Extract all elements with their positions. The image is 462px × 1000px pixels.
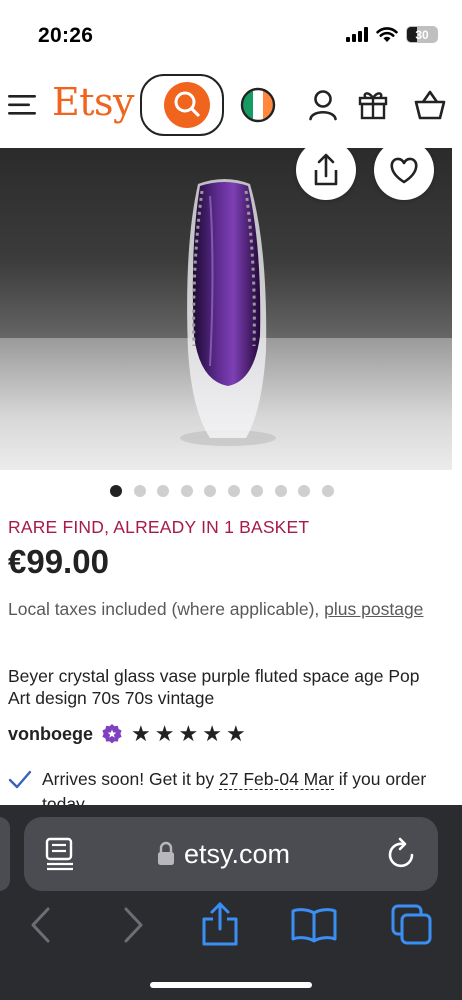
star-icon: ★ [178,721,199,746]
account-icon[interactable] [308,89,338,121]
browser-toolbar: etsy.com [0,805,462,1000]
star-icon: ★ [131,721,151,746]
previous-tab-pill[interactable] [0,817,10,891]
share-button[interactable] [296,148,356,200]
carousel-dot[interactable] [110,485,122,497]
back-icon[interactable] [28,905,54,945]
product-price: €99.00 [8,543,109,580]
rare-find-badge: RARE FIND, ALREADY IN 1 BASKET [8,517,310,537]
carousel-dot[interactable] [157,485,169,497]
status-icons: 30 [346,26,438,43]
etsy-logo[interactable]: Etsy [52,80,134,124]
image-carousel-dots [110,485,334,497]
delivery-estimate: Arrives soon! Get it by 27 Feb-04 Mar if… [8,765,448,805]
share-icon[interactable] [200,901,240,947]
search-circle [164,82,210,128]
url-text: etsy.com [184,839,291,869]
search-icon [174,91,200,117]
forward-icon[interactable] [120,905,146,945]
site-header: Etsy [0,62,462,148]
product-image[interactable] [0,148,452,470]
signal-icon [346,27,368,42]
carousel-dot[interactable] [274,485,287,497]
carousel-dot[interactable] [227,485,240,497]
tabs-icon[interactable] [390,903,434,947]
share-icon [314,153,338,186]
address-bar[interactable]: etsy.com [24,817,438,891]
search-button[interactable] [140,74,224,136]
carousel-dot[interactable] [298,485,310,497]
favorite-button[interactable] [374,148,434,200]
seller-row: vonboege ★ ★ ★ ★ ★ [8,721,246,747]
rating-stars: ★ ★ ★ ★ ★ [131,721,246,747]
star-icon: ★ [154,721,175,746]
star-seller-badge-icon [102,724,122,744]
battery-level: 30 [415,27,429,42]
star-icon: ★ [202,721,222,746]
lock-icon [158,841,174,865]
favorite-heart-icon [390,157,418,184]
carousel-dot[interactable] [321,485,334,497]
basket-icon[interactable] [414,90,446,120]
gift-icon[interactable] [357,88,389,120]
postage-link[interactable]: plus postage [324,599,423,619]
tax-note-text: Local taxes included (where applicable), [8,599,320,619]
bookmarks-icon[interactable] [290,907,338,943]
reader-view-icon[interactable] [44,837,76,871]
product-title: Beyer crystal glass vase purple fluted s… [8,666,420,708]
status-bar: 20:26 30 [0,0,462,62]
menu-icon[interactable] [8,94,36,116]
star-icon: ★ [225,721,246,746]
wifi-icon [376,26,398,42]
carousel-dot[interactable] [204,485,216,497]
battery-icon: 30 [406,26,438,43]
delivery-prefix: Arrives soon! Get it by [42,769,215,789]
delivery-dates[interactable]: 27 Feb-04 Mar [219,769,334,790]
ireland-flag-icon[interactable] [240,87,276,123]
carousel-dot[interactable] [133,485,146,497]
status-time: 20:26 [38,24,94,47]
home-indicator [150,982,312,988]
delivery-text: Arrives soon! Get it by 27 Feb-04 Mar if… [42,767,442,805]
vase-photo [180,179,276,446]
reload-icon[interactable] [386,837,418,871]
checkmark-icon [8,770,32,789]
carousel-dot[interactable] [251,485,263,497]
tax-note: Local taxes included (where applicable),… [8,597,438,622]
carousel-dot[interactable] [180,485,193,497]
seller-name-link[interactable]: vonboege [8,724,93,745]
